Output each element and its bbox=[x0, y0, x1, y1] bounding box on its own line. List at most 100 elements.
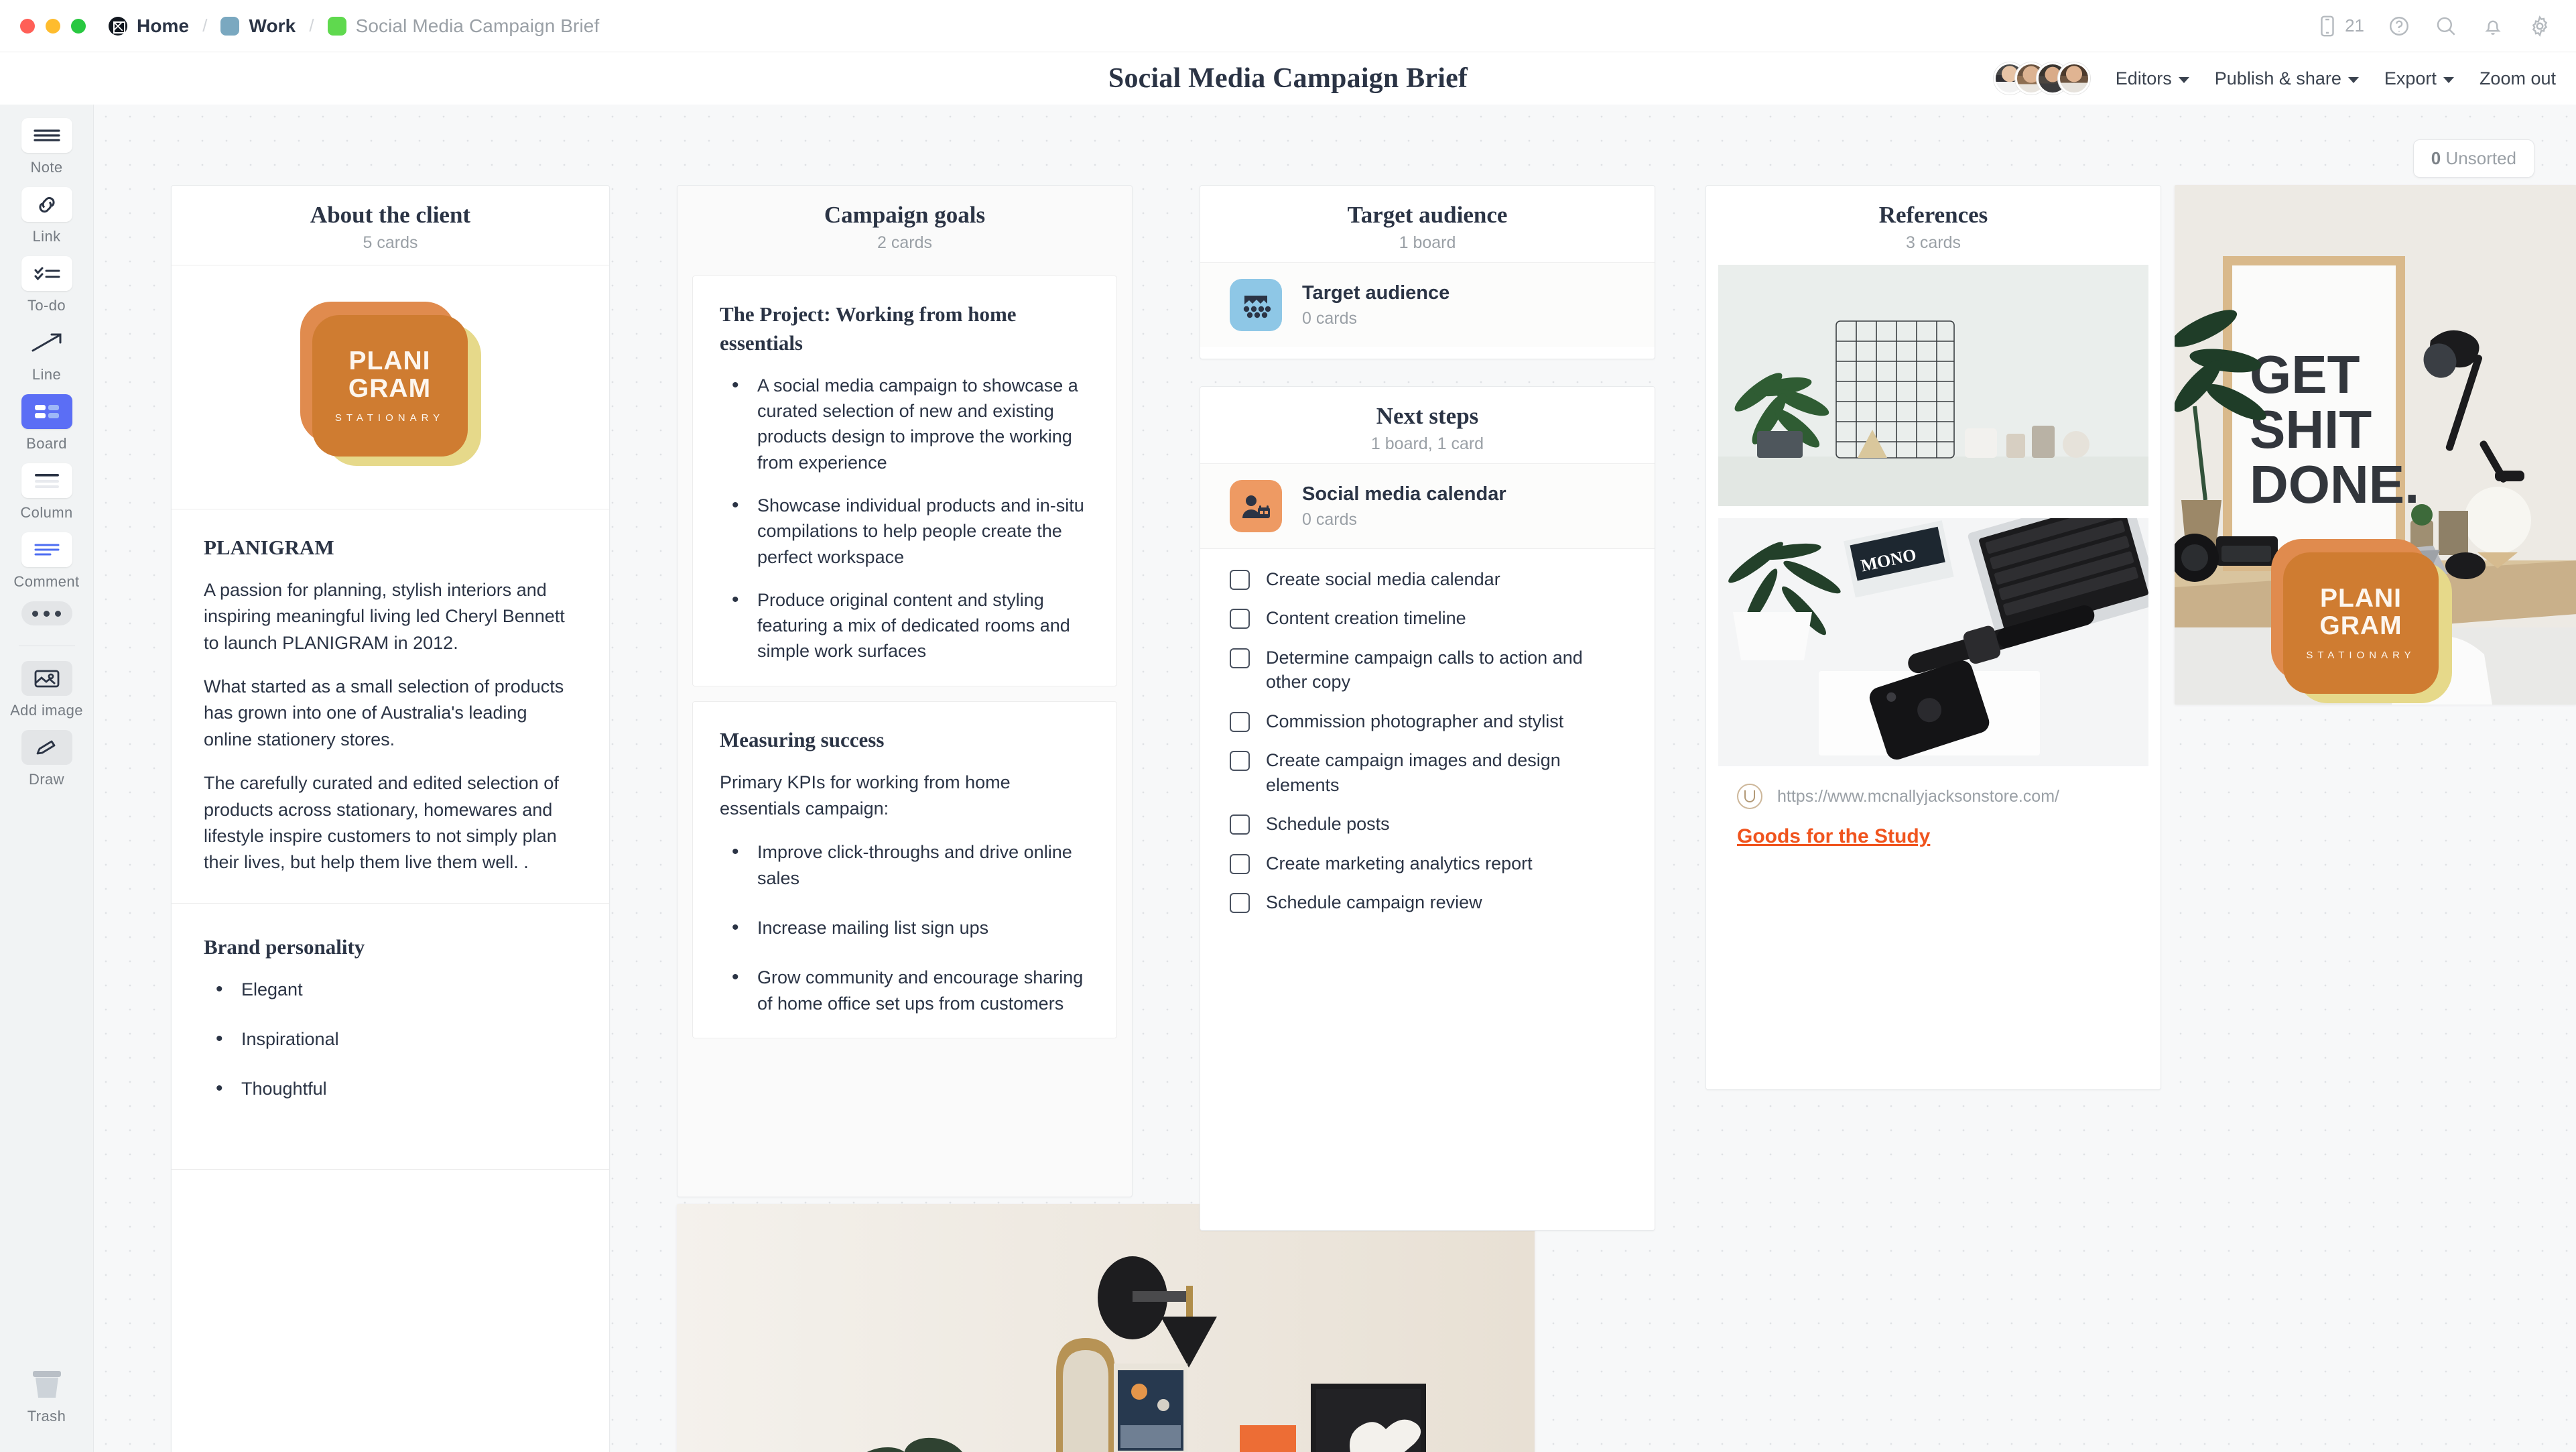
planigram-logo-overlay: PLANI GRAM STATIONARY bbox=[2271, 539, 2452, 703]
column-next-steps[interactable]: Next steps 1 board, 1 card Social media … bbox=[1200, 386, 1655, 1231]
column-subtitle: 1 board bbox=[1399, 233, 1456, 252]
trash-button[interactable]: Trash bbox=[26, 1367, 68, 1425]
tool-more[interactable] bbox=[0, 601, 94, 625]
topbar-actions: 21 bbox=[2315, 14, 2576, 38]
board-swatch-green-icon bbox=[327, 16, 346, 36]
board-canvas[interactable]: 0 Unsorted About the client 5 cards PLAN… bbox=[94, 105, 2576, 1452]
card-brand-personality[interactable]: Brand personality Elegant Inspirational … bbox=[172, 904, 609, 1153]
breadcrumb-label-current: Social Media Campaign Brief bbox=[355, 15, 600, 36]
breadcrumb-item-work[interactable]: Work bbox=[220, 15, 296, 37]
tool-line[interactable]: Line bbox=[0, 325, 94, 383]
reference-link-title[interactable]: Goods for the Study bbox=[1737, 825, 1930, 848]
tool-draw[interactable]: Draw bbox=[0, 730, 94, 788]
card-heading: PLANIGRAM bbox=[204, 536, 334, 559]
todo-item[interactable]: Determine campaign calls to action and o… bbox=[1200, 638, 1655, 702]
tool-column[interactable]: Column bbox=[0, 463, 94, 522]
column-campaign-goals[interactable]: Campaign goals 2 cards The Project: Work… bbox=[677, 185, 1133, 1197]
todo-item[interactable]: Create marketing analytics report bbox=[1200, 844, 1655, 883]
todo-item[interactable]: Content creation timeline bbox=[1200, 599, 1655, 638]
tool-link[interactable]: Link bbox=[0, 187, 94, 245]
breadcrumb-item-home[interactable]: Home bbox=[109, 15, 189, 37]
checkbox[interactable] bbox=[1230, 814, 1250, 835]
logo-line-3: STATIONARY bbox=[334, 412, 445, 424]
column-target-audience[interactable]: Target audience 1 board Target audience … bbox=[1200, 185, 1655, 359]
checkbox[interactable] bbox=[1230, 892, 1250, 913]
mobile-app-button[interactable]: 21 bbox=[2315, 14, 2364, 38]
todo-label: Schedule posts bbox=[1266, 814, 1390, 835]
reference-url: https://www.mcnallyjacksonstore.com/ bbox=[1777, 786, 2059, 806]
column-subtitle: 1 board, 1 card bbox=[1370, 434, 1484, 453]
checkbox[interactable] bbox=[1230, 751, 1250, 772]
card-logo[interactable]: PLANI GRAM STATIONARY bbox=[172, 265, 609, 509]
notifications-icon[interactable] bbox=[2481, 14, 2505, 38]
help-icon[interactable] bbox=[2387, 14, 2411, 38]
column-references[interactable]: References 3 cards MONO https://www.mcna… bbox=[1705, 185, 2161, 1090]
checkbox[interactable] bbox=[1230, 570, 1250, 590]
todo-label: Create campaign images and design elemen… bbox=[1266, 750, 1561, 795]
board-tile-target-audience[interactable]: Target audience 0 cards bbox=[1200, 262, 1655, 347]
tool-add-image[interactable]: Add image bbox=[0, 661, 94, 719]
logo-line-2: GRAM bbox=[2319, 611, 2402, 641]
mobile-app-count: 21 bbox=[2345, 15, 2364, 36]
tool-line-label: Line bbox=[31, 366, 62, 383]
breadcrumb-item-current[interactable]: Social Media Campaign Brief bbox=[327, 15, 600, 37]
tool-note[interactable]: Note bbox=[0, 118, 94, 176]
floating-photo-desk[interactable]: GET SHIT DONE. PLANI GRAM STATIONARY bbox=[2175, 185, 2576, 705]
board-tile-name: Target audience bbox=[1302, 282, 1450, 304]
reference-images: MONO bbox=[1706, 265, 2161, 766]
tool-add-image-label: Add image bbox=[10, 702, 83, 719]
column-header: Target audience 1 board bbox=[1200, 186, 1655, 262]
tool-draw-label: Draw bbox=[29, 771, 64, 788]
card-paragraph: What started as a small selection of pro… bbox=[204, 676, 564, 749]
column-header: Next steps 1 board, 1 card bbox=[1200, 387, 1655, 463]
todo-item[interactable]: Create social media calendar bbox=[1200, 560, 1655, 599]
brand-personality-list: Elegant Inspirational Thoughtful bbox=[204, 975, 577, 1104]
link-icon bbox=[21, 187, 72, 222]
search-icon[interactable] bbox=[2434, 14, 2458, 38]
todo-icon bbox=[21, 256, 72, 291]
unsorted-badge[interactable]: 0 Unsorted bbox=[2412, 139, 2534, 178]
settings-icon[interactable] bbox=[2528, 14, 2552, 38]
column-about-the-client[interactable]: About the client 5 cards PLANI GRAM STAT… bbox=[171, 185, 610, 1452]
svg-text:DONE.: DONE. bbox=[2250, 455, 2419, 514]
board-tile-name: Social media calendar bbox=[1302, 483, 1506, 505]
card-reference-link[interactable]: https://www.mcnallyjacksonstore.com/ Goo… bbox=[1706, 766, 2161, 871]
column-header: Campaign goals 2 cards bbox=[678, 186, 1132, 265]
reference-photo-shelf[interactable] bbox=[1718, 265, 2148, 506]
board-tile-social-media-calendar[interactable]: Social media calendar 0 cards bbox=[1200, 463, 1655, 548]
tool-todo[interactable]: To-do bbox=[0, 256, 94, 314]
card-planigram-note[interactable]: PLANIGRAM A passion for planning, stylis… bbox=[172, 509, 609, 903]
todo-item[interactable]: Schedule campaign review bbox=[1200, 883, 1655, 922]
tool-comment[interactable]: Comment bbox=[0, 532, 94, 591]
list-item: Thoughtful bbox=[204, 1075, 577, 1103]
card-the-project[interactable]: The Project: Working from home essential… bbox=[692, 276, 1117, 686]
column-title: Target audience bbox=[1347, 202, 1508, 228]
checkbox[interactable] bbox=[1230, 711, 1250, 732]
todo-item[interactable]: Schedule posts bbox=[1200, 804, 1655, 843]
checkbox[interactable] bbox=[1230, 648, 1250, 668]
checkbox[interactable] bbox=[1230, 609, 1250, 629]
todo-label: Content creation timeline bbox=[1266, 608, 1466, 629]
column-icon bbox=[21, 463, 72, 498]
svg-text:SHIT: SHIT bbox=[2250, 400, 2372, 459]
flatlay-photo: MONO bbox=[1718, 518, 2148, 766]
tool-column-label: Column bbox=[20, 504, 73, 521]
close-window-button[interactable] bbox=[20, 18, 35, 34]
kpi-bullets: Improve click-throughs and drive online … bbox=[720, 838, 1090, 1016]
list-item: Inspirational bbox=[204, 1025, 577, 1054]
comment-icon bbox=[21, 532, 72, 567]
floating-photo-wall-art[interactable] bbox=[677, 1204, 1535, 1452]
card-measuring-success[interactable]: Measuring success Primary KPIs for worki… bbox=[692, 701, 1117, 1039]
checkbox[interactable] bbox=[1230, 853, 1250, 874]
tool-board[interactable]: Board bbox=[0, 394, 94, 452]
minimize-window-button[interactable] bbox=[46, 18, 60, 34]
todo-item[interactable]: Create campaign images and design elemen… bbox=[1200, 741, 1655, 804]
maximize-window-button[interactable] bbox=[71, 18, 86, 34]
column-cards: The Project: Working from home essential… bbox=[678, 265, 1132, 1053]
document-titlebar: Social Media Campaign Brief Editors Publ… bbox=[0, 52, 2576, 105]
list-item: Produce original content and styling fea… bbox=[720, 586, 1090, 664]
todo-item[interactable]: Commission photographer and stylist bbox=[1200, 702, 1655, 741]
audience-board-icon bbox=[1230, 279, 1282, 331]
reference-photo-flatlay[interactable]: MONO bbox=[1718, 518, 2148, 766]
svg-text:GET: GET bbox=[2250, 345, 2360, 404]
